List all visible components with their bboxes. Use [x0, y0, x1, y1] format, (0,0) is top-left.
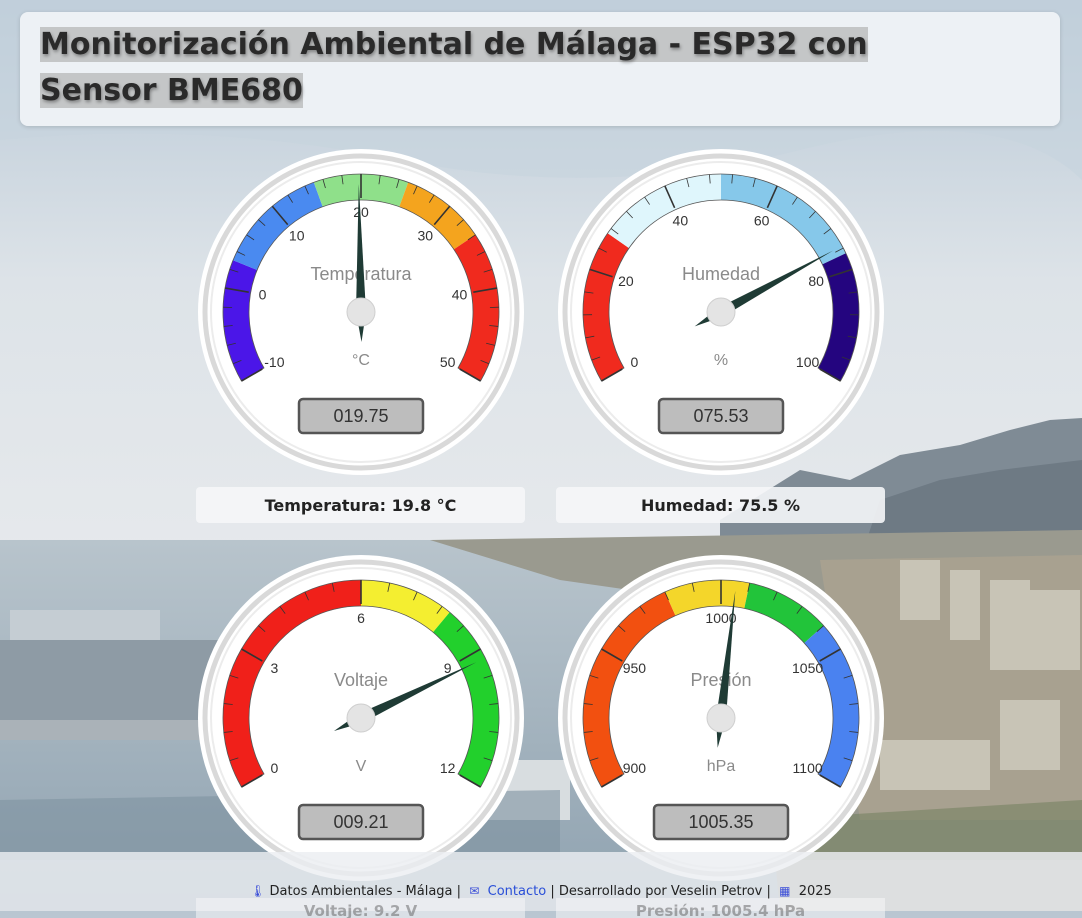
gauge-tick-label: 3 — [270, 660, 278, 676]
pressure-readout: Presión: 1005.4 hPa — [556, 898, 885, 918]
footer-bar — [0, 852, 1082, 911]
gauge-tick-label: 900 — [623, 760, 647, 776]
temperature-readout: Temperatura: 19.8 °C — [196, 487, 525, 523]
gauge-tick-label: 20 — [618, 273, 634, 289]
gauge-tick-label: 20 — [353, 204, 369, 220]
voltage-readout: Voltaje: 9.2 V — [196, 898, 525, 918]
gauge-value-text: 1005.35 — [688, 812, 753, 832]
gauge-needle-hub — [707, 298, 735, 326]
footer-year: 2025 — [799, 884, 832, 899]
gauge-tick-label: 30 — [417, 227, 433, 243]
footer-text: 🌡 Datos Ambientales - Málaga | ✉ Contact… — [0, 884, 1082, 899]
gauge-tick-label: 60 — [754, 213, 770, 229]
gauge-tick-label: 1050 — [792, 660, 823, 676]
gauge-title: Voltaje — [334, 670, 388, 690]
gauge-tick-label: 100 — [796, 354, 820, 370]
contact-link[interactable]: Contacto — [488, 884, 547, 899]
gauge-tick-label: 0 — [259, 287, 267, 303]
gauge-value-text: 075.53 — [693, 406, 748, 426]
gauge-tick-label: 1100 — [793, 760, 823, 776]
background-landscape — [0, 0, 1082, 911]
pressure-gauge: 900950100010501100PresiónhPa1005.35 — [556, 553, 886, 883]
gauge-tick-label: -10 — [264, 354, 284, 370]
gauge-tick-label: 0 — [630, 354, 638, 370]
gauge-value-text: 019.75 — [333, 406, 388, 426]
gauge-tick-label: 6 — [357, 610, 365, 626]
gauge-unit: % — [714, 352, 728, 369]
gauge-unit: hPa — [707, 758, 736, 775]
gauge-tick-label: 40 — [673, 213, 689, 229]
gauge-needle-hub — [347, 298, 375, 326]
temperature-gauge: -1001020304050Temperatura°C019.75 — [196, 147, 526, 477]
gauge-tick-label: 50 — [440, 354, 456, 370]
gauge-needle-hub — [707, 704, 735, 732]
gauge-unit: °C — [352, 352, 370, 369]
gauge-tick-label: 10 — [289, 227, 305, 243]
thermometer-icon: 🌡 — [250, 884, 265, 898]
gauge-tick-label: 80 — [808, 273, 824, 289]
gauge-needle-hub — [347, 704, 375, 732]
voltage-gauge: 036912VoltajeV009.21 — [196, 553, 526, 883]
footer-developer-label: | Desarrollado por Veselin Petrov | — [550, 884, 771, 899]
envelope-icon: ✉ — [469, 884, 479, 898]
gauge-tick-label: 40 — [452, 287, 468, 303]
gauge-tick-label: 950 — [623, 660, 647, 676]
calendar-icon: ▦ — [779, 884, 790, 898]
page-title: Monitorización Ambiental de Málaga - ESP… — [40, 22, 963, 114]
gauge-unit: V — [356, 758, 367, 775]
gauge-value-text: 009.21 — [333, 812, 388, 832]
gauge-title: Humedad — [682, 264, 760, 284]
gauge-tick-label: 0 — [270, 760, 278, 776]
humidity-readout: Humedad: 75.5 % — [556, 487, 885, 523]
gauge-tick-label: 12 — [440, 760, 456, 776]
humidity-gauge: 0 20 40 60 80 100 Humedad% 075.53 — [556, 147, 886, 477]
footer-data-label: Datos Ambientales - Málaga | — [270, 884, 461, 899]
